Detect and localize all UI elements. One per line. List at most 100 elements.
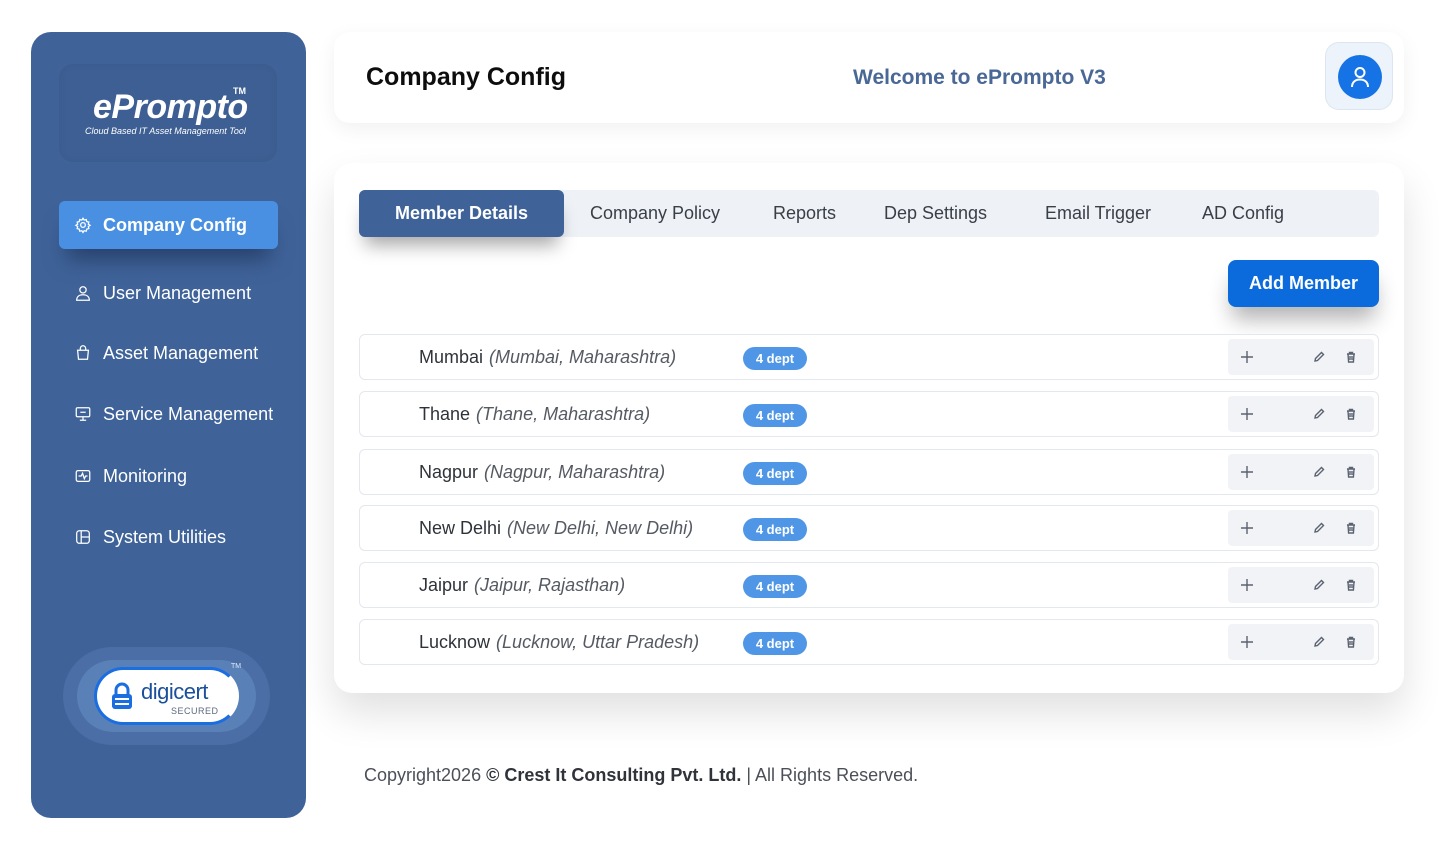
main-card: Member Details Company Policy Reports De… (334, 163, 1404, 693)
plus-icon (1241, 579, 1253, 591)
row-actions (1228, 454, 1374, 490)
dept-count-badge[interactable]: 4 dept (743, 347, 807, 370)
row-actions (1228, 624, 1374, 660)
delete-button[interactable] (1336, 624, 1366, 660)
top-header: Company Config Welcome to ePrompto V3 (334, 32, 1404, 123)
plus-icon (1241, 466, 1253, 478)
city-name: New Delhi (419, 518, 502, 538)
sidebar-item-label: Monitoring (103, 465, 188, 486)
pencil-icon (1314, 579, 1325, 590)
plus-icon (1241, 408, 1253, 420)
dept-count-badge[interactable]: 4 dept (743, 632, 807, 655)
plus-icon (1241, 351, 1253, 363)
edit-button[interactable] (1304, 339, 1334, 375)
pencil-icon (1314, 408, 1325, 419)
sidebar-item-user-management[interactable]: User Management (59, 269, 278, 317)
city-region: (Jaipur, Rajasthan) (474, 575, 626, 595)
sidebar-item-label: System Utilities (103, 526, 227, 547)
digicert-secured: SECURED (171, 706, 219, 716)
pencil-icon (1314, 466, 1325, 477)
add-dept-button[interactable] (1232, 510, 1262, 546)
location-row[interactable]: Nagpur (Nagpur, Maharashtra) 4 dept (359, 449, 1379, 495)
sidebar-item-label: User Management (103, 282, 252, 303)
profile-button[interactable] (1338, 55, 1382, 99)
tab-dep-settings[interactable]: Dep Settings (884, 190, 987, 237)
brand-logo[interactable]: ePrompto TM Cloud Based IT Asset Managem… (59, 64, 277, 162)
edit-button[interactable] (1304, 510, 1334, 546)
tab-company-policy[interactable]: Company Policy (590, 190, 720, 237)
pencil-icon (1314, 522, 1325, 533)
row-actions (1228, 396, 1374, 432)
add-dept-button[interactable] (1232, 454, 1262, 490)
city-name: Nagpur (419, 462, 479, 482)
dept-count-badge[interactable]: 4 dept (743, 404, 807, 427)
tab-email-trigger[interactable]: Email Trigger (1045, 190, 1151, 237)
brand-trademark: TM (233, 86, 246, 96)
trash-icon (1347, 408, 1355, 420)
location-row[interactable]: Jaipur (Jaipur, Rajasthan) 4 dept (359, 562, 1379, 608)
location-name: Jaipur (Jaipur, Rajasthan) (419, 575, 625, 596)
delete-button[interactable] (1336, 339, 1366, 375)
welcome-message: Welcome to ePrompto V3 (853, 66, 1106, 89)
city-region: (Lucknow, Uttar Pradesh) (496, 632, 700, 652)
monitoring-icon (73, 466, 93, 486)
avatar-container (1325, 42, 1393, 110)
dept-count-badge[interactable]: 4 dept (743, 518, 807, 541)
city-name: Jaipur (419, 575, 469, 595)
dept-count-badge[interactable]: 4 dept (743, 462, 807, 485)
delete-button[interactable] (1336, 396, 1366, 432)
footer-copyright: Copyright2026 © Crest It Consulting Pvt.… (364, 765, 918, 786)
sidebar: ePrompto TM Cloud Based IT Asset Managem… (31, 32, 306, 818)
bag-icon (73, 343, 93, 363)
delete-button[interactable] (1336, 510, 1366, 546)
sidebar-item-service-management[interactable]: Service Management (59, 390, 278, 438)
location-row[interactable]: Thane (Thane, Maharashtra) 4 dept (359, 391, 1379, 437)
location-name: Mumbai (Mumbai, Maharashtra) (419, 347, 676, 368)
edit-button[interactable] (1304, 454, 1334, 490)
dept-count-badge[interactable]: 4 dept (743, 575, 807, 598)
footer-suffix: | All Rights Reserved. (741, 765, 919, 785)
trash-icon (1347, 636, 1355, 648)
sidebar-item-company-config[interactable]: Company Config (59, 201, 278, 249)
lock-icon (112, 682, 132, 709)
location-row[interactable]: Mumbai (Mumbai, Maharashtra) 4 dept (359, 334, 1379, 380)
add-dept-button[interactable] (1232, 339, 1262, 375)
add-dept-button[interactable] (1232, 567, 1262, 603)
delete-button[interactable] (1336, 567, 1366, 603)
sidebar-item-asset-management[interactable]: Asset Management (59, 329, 278, 377)
sidebar-item-label: Asset Management (103, 342, 259, 363)
digicert-seal[interactable]: digicert SECURED TM (63, 647, 270, 745)
trash-icon (1347, 579, 1355, 591)
row-actions (1228, 567, 1374, 603)
city-name: Lucknow (419, 632, 491, 652)
add-dept-button[interactable] (1232, 396, 1262, 432)
user-icon (73, 283, 93, 303)
edit-button[interactable] (1304, 567, 1334, 603)
edit-button[interactable] (1304, 396, 1334, 432)
sidebar-item-system-utilities[interactable]: System Utilities (59, 513, 278, 561)
trash-icon (1347, 351, 1355, 363)
city-region: (New Delhi, New Delhi) (507, 518, 694, 538)
tab-member-details[interactable]: Member Details (359, 190, 564, 237)
delete-button[interactable] (1336, 454, 1366, 490)
location-row[interactable]: Lucknow (Lucknow, Uttar Pradesh) 4 dept (359, 619, 1379, 665)
monitor-icon (73, 404, 93, 424)
digicert-trademark: TM (231, 663, 242, 670)
location-name: Lucknow (Lucknow, Uttar Pradesh) (419, 632, 699, 653)
city-region: (Nagpur, Maharashtra) (484, 462, 666, 482)
row-actions (1228, 339, 1374, 375)
add-dept-button[interactable] (1232, 624, 1262, 660)
brand-name: ePrompto (93, 88, 248, 126)
add-member-button[interactable]: Add Member (1228, 260, 1379, 307)
plus-icon (1241, 522, 1253, 534)
location-row[interactable]: New Delhi (New Delhi, New Delhi) 4 dept (359, 505, 1379, 551)
sidebar-item-label: Service Management (103, 403, 274, 424)
tab-ad-config[interactable]: AD Config (1202, 190, 1284, 237)
plus-icon (1241, 636, 1253, 648)
location-name: Thane (Thane, Maharashtra) (419, 404, 650, 425)
tab-bar: Member Details Company Policy Reports De… (359, 190, 1379, 237)
sidebar-item-monitoring[interactable]: Monitoring (59, 452, 278, 500)
pencil-icon (1314, 636, 1325, 647)
edit-button[interactable] (1304, 624, 1334, 660)
tab-reports[interactable]: Reports (773, 190, 836, 237)
